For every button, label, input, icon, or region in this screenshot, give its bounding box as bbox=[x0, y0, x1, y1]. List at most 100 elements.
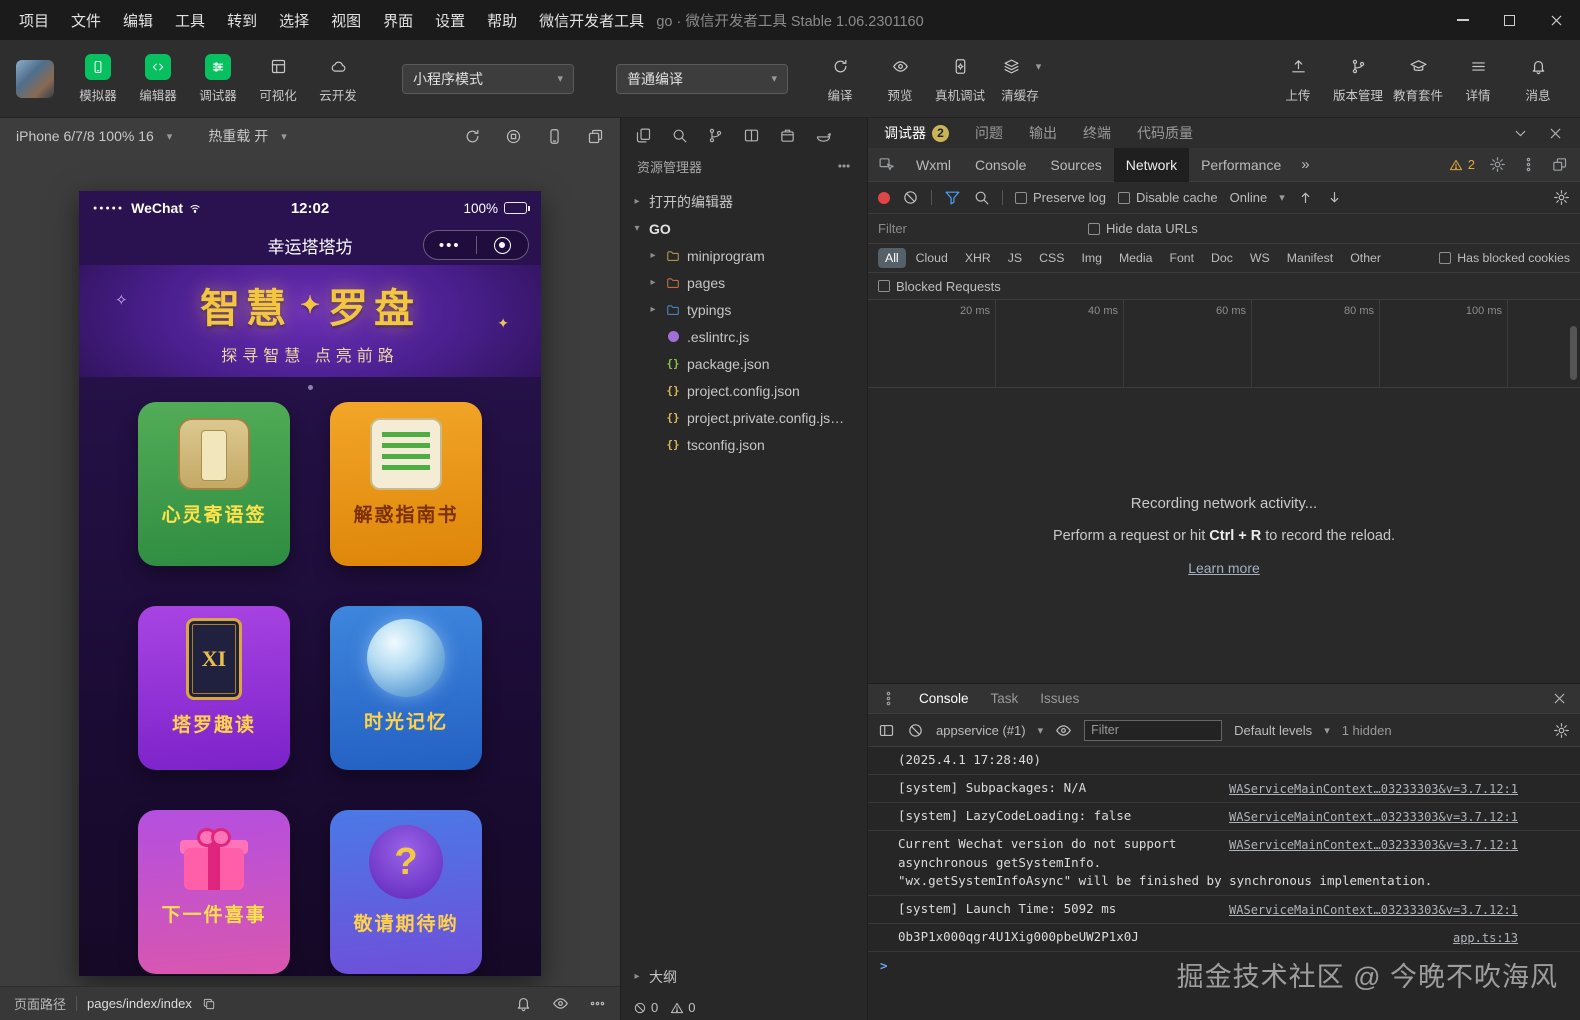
tab-network[interactable]: Network bbox=[1113, 147, 1190, 182]
filter-chip-img[interactable]: Img bbox=[1074, 248, 1109, 268]
visualization-button[interactable]: 可视化 bbox=[248, 54, 308, 104]
tree-item-typings[interactable]: ▸ typings bbox=[621, 296, 867, 323]
open-editors-section[interactable]: ▸ 打开的编辑器 bbox=[621, 188, 867, 215]
debugger-button[interactable]: 调试器 bbox=[188, 53, 248, 104]
tab-problems[interactable]: 问题 bbox=[975, 123, 1003, 143]
close-button[interactable] bbox=[1533, 0, 1580, 40]
preview-button[interactable]: 预览 bbox=[870, 54, 930, 104]
menu-interface[interactable]: 界面 bbox=[372, 0, 424, 40]
git-branch-icon[interactable] bbox=[707, 127, 724, 144]
stop-icon[interactable] bbox=[505, 128, 522, 145]
details-button[interactable]: 详情 bbox=[1448, 54, 1508, 104]
log-levels-select[interactable]: Default levels ▾ bbox=[1234, 723, 1330, 738]
menu-view[interactable]: 视图 bbox=[320, 0, 372, 40]
filter-chip-media[interactable]: Media bbox=[1112, 248, 1160, 268]
search-icon[interactable] bbox=[671, 127, 688, 144]
kebab-menu-icon[interactable] bbox=[1520, 156, 1537, 173]
close-icon[interactable] bbox=[1547, 125, 1564, 142]
menu-devtools[interactable]: 微信开发者工具 bbox=[528, 0, 655, 40]
collapse-icon[interactable] bbox=[1512, 125, 1529, 142]
record-button[interactable] bbox=[878, 191, 890, 204]
network-settings-gear-icon[interactable] bbox=[1553, 189, 1570, 206]
warnings-indicator[interactable]: 2 bbox=[1449, 157, 1475, 172]
console-settings-gear-icon[interactable] bbox=[1553, 722, 1570, 739]
tree-item-miniprogram[interactable]: ▸ miniprogram bbox=[621, 242, 867, 269]
edu-kit-button[interactable]: 教育套件 bbox=[1388, 54, 1448, 104]
tree-item-eslintrc[interactable]: .eslintrc.js bbox=[621, 323, 867, 350]
filter-chip-doc[interactable]: Doc bbox=[1204, 248, 1240, 268]
close-icon[interactable] bbox=[1551, 690, 1568, 707]
network-filter-input[interactable] bbox=[878, 221, 1068, 236]
menu-edit[interactable]: 编辑 bbox=[112, 0, 164, 40]
has-blocked-cookies-checkbox[interactable]: Has blocked cookies bbox=[1439, 251, 1570, 265]
more-dots-icon[interactable] bbox=[837, 159, 851, 173]
live-expression-eye-icon[interactable] bbox=[1055, 722, 1072, 739]
copy-icon[interactable] bbox=[202, 997, 216, 1011]
device-debug-button[interactable]: 真机调试 bbox=[930, 54, 990, 104]
filter-chip-all[interactable]: All bbox=[878, 248, 906, 268]
menu-settings[interactable]: 设置 bbox=[424, 0, 476, 40]
source-link[interactable]: WAServiceMainContext…03233303&v=3.7.12:1 bbox=[1229, 780, 1518, 798]
filter-chip-cloud[interactable]: Cloud bbox=[909, 248, 955, 268]
files-icon[interactable] bbox=[635, 127, 652, 144]
more-dots-icon[interactable] bbox=[589, 995, 606, 1012]
version-control-button[interactable]: 版本管理 bbox=[1328, 54, 1388, 104]
package-icon[interactable] bbox=[779, 127, 796, 144]
refresh-icon[interactable] bbox=[464, 128, 481, 145]
menu-tools[interactable]: 工具 bbox=[164, 0, 216, 40]
tree-item-pages[interactable]: ▸ pages bbox=[621, 269, 867, 296]
menu-project[interactable]: 项目 bbox=[8, 0, 60, 40]
console-sidebar-icon[interactable] bbox=[878, 722, 895, 739]
filter-chip-css[interactable]: CSS bbox=[1032, 248, 1071, 268]
tab-performance[interactable]: Performance bbox=[1189, 148, 1293, 182]
menu-help[interactable]: 帮助 bbox=[476, 0, 528, 40]
split-editor-icon[interactable] bbox=[743, 127, 760, 144]
tree-item-tsconfig[interactable]: {} tsconfig.json bbox=[621, 431, 867, 458]
import-har-icon[interactable] bbox=[1297, 189, 1314, 206]
card-tarot[interactable]: XI 塔罗趣读 bbox=[138, 606, 290, 770]
scrollbar-thumb[interactable] bbox=[1570, 326, 1577, 380]
error-count[interactable]: 0 bbox=[633, 1000, 658, 1015]
card-coming-soon[interactable]: ? 敬请期待哟 bbox=[330, 810, 482, 974]
device-select[interactable]: iPhone 6/7/8 100% 16 ▾ bbox=[16, 128, 172, 144]
cloud-dev-button[interactable]: 云开发 bbox=[308, 54, 368, 104]
console-filter-input[interactable] bbox=[1084, 719, 1223, 741]
tab-output[interactable]: 输出 bbox=[1029, 123, 1057, 143]
editor-button[interactable]: 编辑器 bbox=[128, 53, 188, 104]
simulator-button[interactable]: 模拟器 bbox=[68, 53, 128, 104]
docker-icon[interactable] bbox=[815, 127, 832, 144]
filter-chip-xhr[interactable]: XHR bbox=[958, 248, 998, 268]
card-heart-sign[interactable]: 心灵寄语签 bbox=[138, 402, 290, 566]
export-har-icon[interactable] bbox=[1326, 189, 1343, 206]
tab-sources[interactable]: Sources bbox=[1038, 148, 1113, 182]
learn-more-link[interactable]: Learn more bbox=[1188, 560, 1260, 576]
more-tabs-button[interactable]: » bbox=[1293, 156, 1317, 173]
hide-data-urls-checkbox[interactable]: Hide data URLs bbox=[1088, 221, 1198, 236]
kebab-menu-icon[interactable] bbox=[880, 690, 897, 707]
tab-terminal[interactable]: 终端 bbox=[1083, 123, 1111, 143]
clear-console-icon[interactable] bbox=[907, 722, 924, 739]
alert-icon[interactable] bbox=[515, 995, 532, 1012]
card-guide-book[interactable]: 解惑指南书 bbox=[330, 402, 482, 566]
inspect-element-icon[interactable] bbox=[868, 156, 904, 173]
outline-header[interactable]: ▸ 大纲 bbox=[621, 963, 867, 990]
menu-file[interactable]: 文件 bbox=[60, 0, 112, 40]
menu-goto[interactable]: 转到 bbox=[216, 0, 268, 40]
minimize-button[interactable] bbox=[1439, 0, 1486, 40]
compile-button[interactable]: 编译 bbox=[810, 54, 870, 104]
execution-context-select[interactable]: appservice (#1) ▾ bbox=[936, 723, 1043, 738]
preserve-log-checkbox[interactable]: Preserve log bbox=[1015, 190, 1106, 205]
tab-console[interactable]: Console bbox=[963, 148, 1038, 182]
mode-select[interactable]: 小程序模式 ▾ bbox=[402, 63, 574, 94]
multi-window-icon[interactable] bbox=[587, 128, 604, 145]
source-link[interactable]: WAServiceMainContext…03233303&v=3.7.12:1 bbox=[1229, 836, 1518, 854]
tab-task[interactable]: Task bbox=[991, 691, 1019, 706]
eye-icon[interactable] bbox=[552, 995, 569, 1012]
tree-item-project-private-config[interactable]: {} project.private.config.js… bbox=[621, 404, 867, 431]
source-link[interactable]: WAServiceMainContext…03233303&v=3.7.12:1 bbox=[1229, 808, 1518, 826]
detach-icon[interactable] bbox=[1551, 156, 1568, 173]
tree-item-package-json[interactable]: {} package.json bbox=[621, 350, 867, 377]
source-link[interactable]: WAServiceMainContext…03233303&v=3.7.12:1 bbox=[1229, 901, 1518, 919]
card-next-joy[interactable]: 下一件喜事 bbox=[138, 810, 290, 974]
search-icon[interactable] bbox=[973, 189, 990, 206]
